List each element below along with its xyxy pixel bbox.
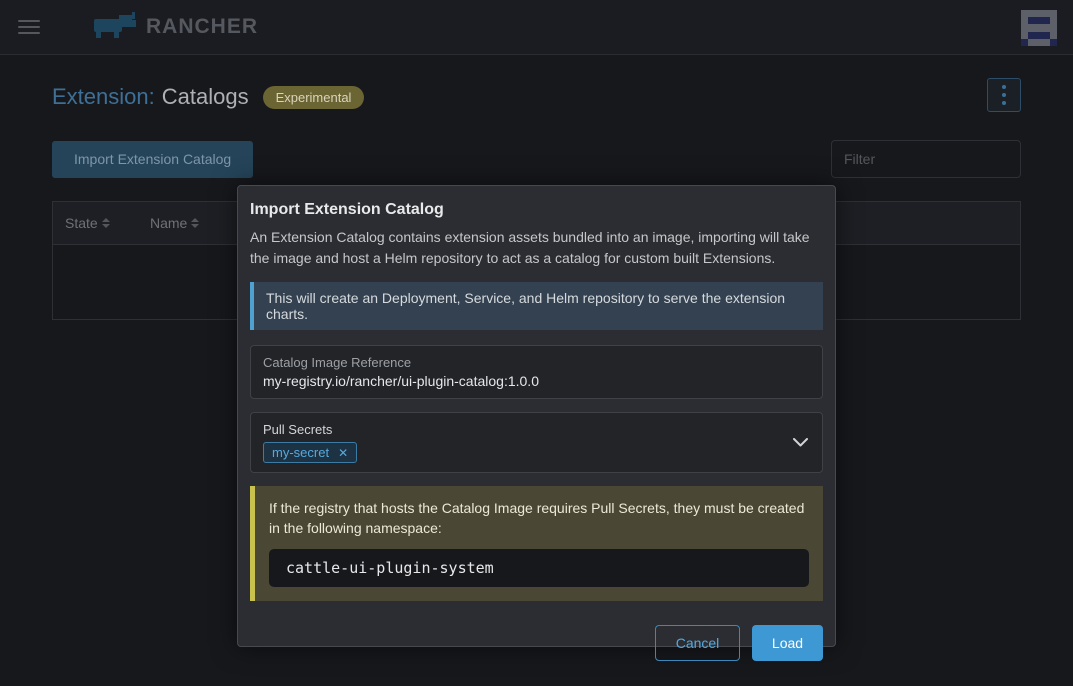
page-title-row: Extension: Catalogs Experimental [52, 80, 1021, 114]
rancher-logo-text: RANCHER [146, 15, 258, 39]
load-button[interactable]: Load [752, 625, 823, 661]
pull-secrets-label: Pull Secrets [263, 422, 810, 437]
info-banner: This will create an Deployment, Service,… [250, 282, 823, 330]
namespace-code-block: cattle-ui-plugin-system [269, 549, 809, 587]
pull-secrets-select[interactable]: Pull Secrets my-secret ✕ [250, 412, 823, 473]
table-header-state-label: State [65, 215, 98, 231]
page-title: Extension: Catalogs [52, 84, 249, 110]
actions-row: Import Extension Catalog [52, 140, 1021, 178]
modal-footer: Cancel Load [250, 625, 823, 661]
page-title-main: Catalogs [162, 84, 249, 109]
rancher-logo[interactable]: RANCHER [92, 10, 258, 45]
catalog-image-reference-input[interactable] [263, 373, 810, 389]
rancher-cow-icon [92, 10, 138, 45]
import-extension-catalog-button[interactable]: Import Extension Catalog [52, 141, 253, 178]
cancel-button[interactable]: Cancel [655, 625, 740, 661]
warning-banner: If the registry that hosts the Catalog I… [250, 486, 823, 601]
chevron-down-icon [793, 434, 808, 452]
app-header: RANCHER [0, 0, 1073, 55]
info-banner-text: This will create an Deployment, Service,… [266, 290, 785, 322]
remove-tag-icon[interactable]: ✕ [338, 446, 348, 460]
filter-input[interactable] [831, 140, 1021, 178]
pull-secret-tag-label: my-secret [272, 445, 329, 460]
import-extension-catalog-modal: Import Extension Catalog An Extension Ca… [237, 185, 836, 647]
modal-description: An Extension Catalog contains extension … [250, 227, 823, 269]
sort-icon [102, 218, 110, 228]
catalog-image-reference-label: Catalog Image Reference [263, 355, 810, 370]
table-header-name-label: Name [150, 215, 187, 231]
hamburger-menu-icon[interactable] [18, 14, 44, 40]
namespace-value: cattle-ui-plugin-system [286, 559, 494, 577]
table-header-state[interactable]: State [65, 215, 150, 231]
kebab-menu-button[interactable] [987, 78, 1021, 112]
experimental-badge: Experimental [263, 86, 365, 109]
user-avatar[interactable] [1021, 10, 1057, 46]
page-title-prefix: Extension: [52, 84, 155, 109]
pull-secret-tag: my-secret ✕ [263, 442, 357, 463]
sort-icon [191, 218, 199, 228]
catalog-image-reference-field[interactable]: Catalog Image Reference [250, 345, 823, 399]
modal-title: Import Extension Catalog [250, 201, 823, 219]
warning-text: If the registry that hosts the Catalog I… [269, 498, 809, 538]
